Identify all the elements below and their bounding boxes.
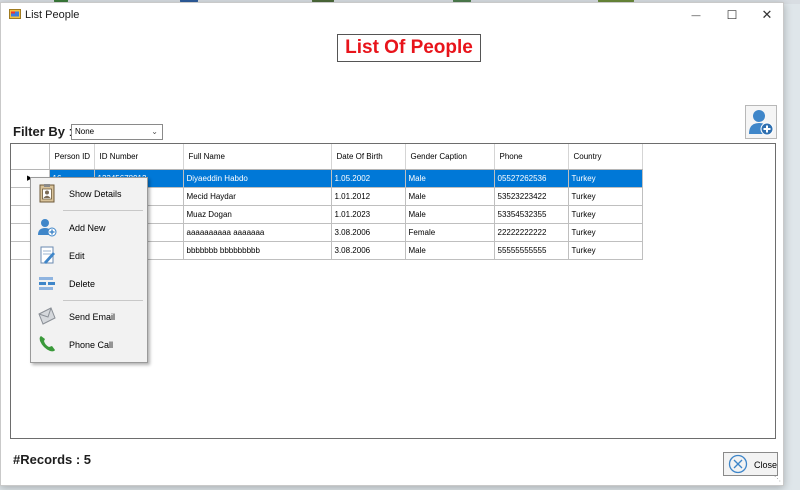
resize-grip[interactable]: ⋱ (774, 475, 781, 483)
email-icon (38, 307, 56, 325)
filter-label-text: Filter By (13, 124, 66, 139)
list-people-window: List People — ☐ ✕ List Of People Filter … (0, 2, 784, 486)
cell-country[interactable]: Turkey (568, 169, 643, 188)
phone-icon (39, 336, 55, 352)
cell-phone[interactable]: 53523223422 (494, 187, 569, 206)
filter-label: Filter By : (13, 124, 72, 139)
cell-gender[interactable]: Female (405, 223, 495, 242)
cell-country[interactable]: Turkey (568, 223, 643, 242)
cell-gender[interactable]: Male (405, 241, 495, 260)
menu-item-show-details[interactable]: Show Details (31, 180, 147, 206)
menu-item-delete[interactable]: Delete (31, 270, 147, 296)
close-button[interactable]: Close (723, 452, 778, 476)
cell-country[interactable]: Turkey (568, 205, 643, 224)
menu-item-send-email[interactable]: Send Email (31, 303, 147, 329)
close-circle-icon (728, 454, 748, 474)
window-title: List People (25, 9, 80, 21)
chevron-down-icon: ⌄ (151, 127, 158, 136)
contact-card-icon (39, 184, 55, 203)
maximize-icon: ☐ (726, 8, 738, 22)
menu-item-label: Send Email (69, 312, 116, 322)
cell-gender[interactable]: Male (405, 205, 495, 224)
menu-separator (63, 210, 143, 211)
column-header[interactable]: Phone (494, 144, 569, 170)
row-header-corner (11, 144, 50, 170)
cell-country[interactable]: Turkey (568, 187, 643, 206)
cell-phone[interactable]: 05527262536 (494, 169, 569, 188)
cell-date-of-birth[interactable]: 3.08.2006 (331, 223, 406, 242)
column-header[interactable]: Country (568, 144, 643, 170)
cell-date-of-birth[interactable]: 1.01.2012 (331, 187, 406, 206)
column-header[interactable]: Gender Caption (405, 144, 495, 170)
menu-item-phone-call[interactable]: Phone Call (31, 331, 147, 357)
grid-header-row: Person ID ID Number Full Name Date Of Bi… (11, 144, 643, 170)
delete-rows-icon (39, 277, 55, 290)
cell-date-of-birth[interactable]: 1.05.2002 (331, 169, 406, 188)
cell-date-of-birth[interactable]: 1.01.2023 (331, 205, 406, 224)
close-window-button[interactable]: ✕ (750, 3, 784, 27)
cell-full-name[interactable]: bbbbbbb bbbbbbbbb (183, 241, 332, 260)
menu-item-label: Edit (69, 251, 85, 261)
menu-separator (63, 300, 143, 301)
page-title: List Of People (337, 34, 481, 62)
title-bar[interactable]: List People — ☐ ✕ (1, 3, 783, 27)
add-person-button[interactable] (745, 105, 777, 139)
cell-phone[interactable]: 22222222222 (494, 223, 569, 242)
cell-full-name[interactable]: Muaz Dogan (183, 205, 332, 224)
cell-full-name[interactable]: aaaaaaaaaa aaaaaaa (183, 223, 332, 242)
minimize-button[interactable]: — (679, 3, 713, 27)
cell-full-name[interactable]: Diyaeddin Habdo (183, 169, 332, 188)
cell-date-of-birth[interactable]: 3.08.2006 (331, 241, 406, 260)
cell-phone[interactable]: 53354532355 (494, 205, 569, 224)
add-person-icon (38, 219, 57, 237)
menu-item-label: Phone Call (69, 340, 114, 350)
maximize-button[interactable]: ☐ (715, 3, 749, 27)
add-person-icon (749, 110, 774, 136)
close-icon: ✕ (761, 7, 773, 22)
filter-dropdown[interactable]: None ⌄ (71, 124, 163, 140)
cell-phone[interactable]: 55555555555 (494, 241, 569, 260)
minimize-icon: — (691, 10, 701, 20)
column-header[interactable]: ID Number (94, 144, 184, 170)
menu-item-label: Delete (69, 279, 96, 289)
cell-gender[interactable]: Male (405, 187, 495, 206)
close-button-label: Close (754, 460, 778, 470)
filter-selected-value: None (75, 127, 95, 136)
cell-gender[interactable]: Male (405, 169, 495, 188)
app-form-icon (9, 9, 21, 19)
column-header[interactable]: Person ID (49, 144, 95, 170)
edit-document-icon (40, 246, 55, 264)
column-header[interactable]: Date Of Birth (331, 144, 406, 170)
menu-item-label: Add New (69, 223, 106, 233)
cell-country[interactable]: Turkey (568, 241, 643, 260)
menu-item-edit[interactable]: Edit (31, 242, 147, 268)
menu-item-add-new[interactable]: Add New (31, 214, 147, 240)
column-header[interactable]: Full Name (183, 144, 332, 170)
records-count: #Records : 5 (13, 452, 92, 467)
context-menu: Show Details Add New Edit Delete Send Em… (30, 177, 148, 363)
menu-item-label: Show Details (69, 189, 122, 199)
cell-full-name[interactable]: Mecid Haydar (183, 187, 332, 206)
